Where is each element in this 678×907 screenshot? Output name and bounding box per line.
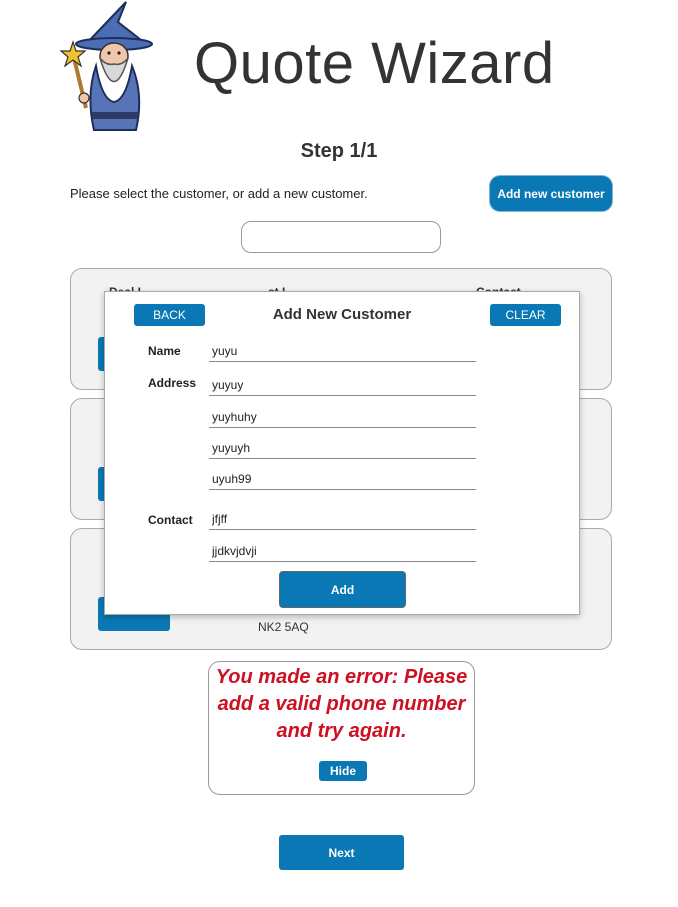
add-new-customer-button[interactable]: Add new customer xyxy=(490,176,612,211)
next-button[interactable]: Next xyxy=(279,835,404,870)
add-customer-modal: Add New Customer BACK CLEAR Name Address… xyxy=(104,291,580,615)
instruction-text: Please select the customer, or add a new… xyxy=(70,186,368,201)
customer-search-input[interactable] xyxy=(241,221,441,253)
name-field[interactable] xyxy=(209,340,476,362)
contact-label: Contact xyxy=(148,513,193,527)
address-label: Address xyxy=(148,376,197,390)
hide-error-button[interactable]: Hide xyxy=(319,761,367,781)
address-line-3-field[interactable] xyxy=(209,437,476,459)
error-message: You made an error: Please add a valid ph… xyxy=(215,666,468,742)
address-line-1-field[interactable] xyxy=(209,374,476,396)
name-label: Name xyxy=(148,344,181,358)
app-title: Quote Wizard xyxy=(194,31,555,96)
address-line-4-field[interactable] xyxy=(209,468,476,490)
customer-postcode: NK2 5AQ xyxy=(258,620,309,634)
step-indicator: Step 1/1 xyxy=(300,140,378,162)
contact-line-2-field[interactable] xyxy=(209,540,476,562)
back-button[interactable]: BACK xyxy=(134,304,205,326)
add-customer-submit-button[interactable]: Add xyxy=(280,572,405,607)
contact-line-1-field[interactable] xyxy=(209,508,476,530)
clear-button[interactable]: CLEAR xyxy=(490,304,561,326)
wizard-logo xyxy=(59,1,153,131)
error-panel: You made an error: Please add a valid ph… xyxy=(208,661,475,795)
address-line-2-field[interactable] xyxy=(209,406,476,428)
